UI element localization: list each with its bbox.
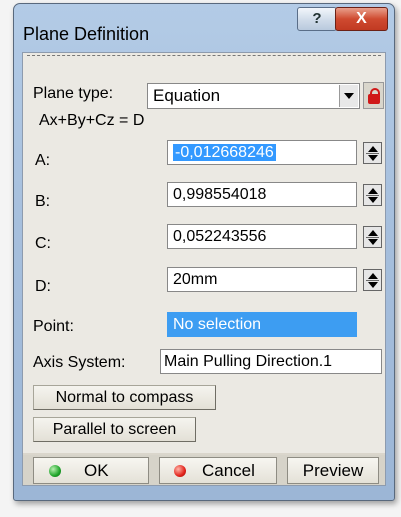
plane-type-select[interactable]: Equation	[147, 83, 360, 109]
title-bar[interactable]: Plane Definition ? X	[14, 4, 394, 44]
axis-system-label: Axis System:	[33, 354, 126, 371]
a-input[interactable]: -0,012668246	[167, 140, 357, 165]
dialog-body: Plane type: Equation Ax+By+Cz = D A: -0,…	[22, 52, 386, 486]
a-label: A:	[35, 152, 51, 169]
d-spinner-icon[interactable]	[363, 269, 382, 291]
ok-label: OK	[84, 461, 109, 480]
plane-definition-dialog: Plane Definition ? X Plane type: Equatio…	[13, 3, 395, 501]
focus-dashed-line	[27, 55, 381, 56]
c-value: 0,052243556	[173, 228, 267, 245]
help-icon: ?	[312, 10, 322, 27]
a-spinner-icon[interactable]	[363, 142, 382, 164]
c-spinner-icon[interactable]	[363, 226, 382, 248]
help-button[interactable]: ?	[297, 7, 337, 31]
close-button[interactable]: X	[335, 7, 388, 31]
lock-button[interactable]	[363, 82, 384, 109]
point-label: Point:	[33, 318, 74, 335]
preview-button[interactable]: Preview	[287, 457, 379, 484]
d-label: D:	[35, 278, 51, 295]
b-input[interactable]: 0,998554018	[167, 182, 357, 207]
normal-to-compass-button[interactable]: Normal to compass	[33, 385, 216, 410]
c-input[interactable]: 0,052243556	[167, 224, 357, 249]
b-value: 0,998554018	[173, 186, 267, 203]
cancel-icon	[174, 465, 186, 477]
button-bar: OK Cancel Preview	[23, 455, 385, 485]
point-value: No selection	[173, 316, 262, 333]
d-value: 20mm	[173, 271, 218, 288]
plane-type-value: Equation	[153, 86, 221, 105]
dialog-title: Plane Definition	[23, 24, 150, 44]
ok-button[interactable]: OK	[33, 457, 149, 484]
close-icon: X	[356, 10, 367, 27]
dropdown-arrow-icon[interactable]	[339, 85, 358, 107]
parallel-to-screen-button[interactable]: Parallel to screen	[33, 417, 196, 442]
d-input[interactable]: 20mm	[167, 267, 357, 292]
b-spinner-icon[interactable]	[363, 184, 382, 206]
axis-system-value: Main Pulling Direction.1	[164, 353, 333, 370]
point-selector[interactable]: No selection	[167, 312, 357, 337]
c-label: C:	[35, 235, 51, 252]
cancel-label: Cancel	[202, 461, 255, 480]
axis-system-field[interactable]: Main Pulling Direction.1	[160, 349, 382, 374]
plane-type-label: Plane type:	[33, 85, 114, 102]
cancel-button[interactable]: Cancel	[159, 457, 277, 484]
b-label: B:	[35, 193, 51, 210]
equation-label: Ax+By+Cz = D	[39, 112, 145, 129]
ok-icon	[49, 465, 61, 477]
a-value: -0,012668246	[173, 144, 276, 161]
